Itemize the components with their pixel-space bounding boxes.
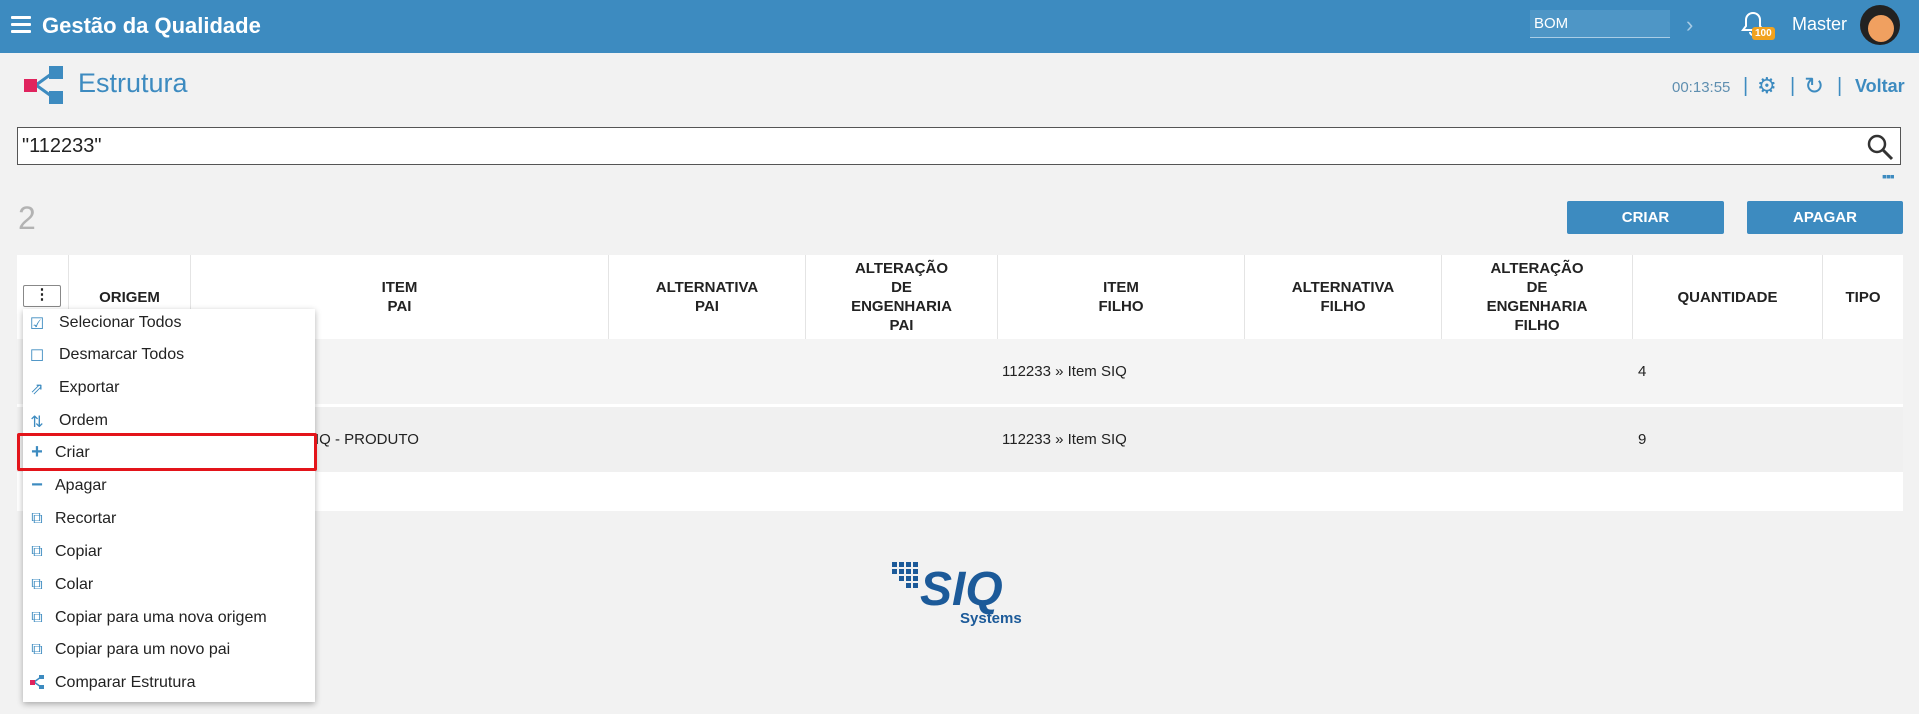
menu-item-deselect-all[interactable]: ☐ Desmarcar Todos (23, 341, 315, 371)
copy-icon: ⧉ (31, 576, 43, 593)
column-header[interactable]: ALTERAÇÃO DE ENGENHARIA PAI (806, 255, 998, 339)
menu-item-delete[interactable]: − Apagar (23, 472, 315, 502)
user-name[interactable]: Master (1792, 14, 1847, 35)
copy-icon: ⧉ (31, 609, 43, 626)
separator: | (1743, 75, 1749, 97)
structure-icon (22, 65, 66, 105)
item-filho-cell: 112233 » Item SIQ (1002, 431, 1127, 448)
checkbox-checked-icon: ☑ (29, 316, 45, 333)
copy-icon: ⧉ (31, 510, 43, 527)
logo-text: SIQ (920, 563, 1003, 616)
avatar[interactable] (1860, 5, 1900, 45)
search-bar (17, 127, 1901, 165)
top-bar: Gestão da Qualidade BOM › 100 Master (0, 0, 1919, 53)
gear-icon[interactable]: ⚙ (1757, 73, 1777, 99)
copy-icon: ⧉ (31, 641, 43, 658)
kebab-menu-icon[interactable]: ⋮ (23, 285, 61, 307)
separator: | (1837, 75, 1843, 97)
back-link[interactable]: Voltar (1855, 76, 1905, 97)
highlight-box (17, 433, 317, 471)
quantity-cell: 9 (1638, 431, 1647, 448)
search-input[interactable] (18, 128, 1824, 164)
separator: | (1790, 75, 1796, 97)
item-filho-cell: 112233 » Item SIQ (1002, 363, 1127, 380)
module-selector[interactable]: BOM (1530, 10, 1670, 38)
column-header[interactable]: ALTERNATIVA PAI (609, 255, 806, 339)
structure-icon (27, 674, 47, 694)
quantity-cell: 4 (1638, 363, 1647, 380)
result-count: 2 (18, 200, 36, 236)
session-timer: 00:13:55 (1672, 79, 1731, 96)
chevron-right-icon[interactable]: › (1686, 12, 1693, 38)
menu-item-select-all[interactable]: ☑ Selecionar Todos (23, 309, 315, 339)
column-header[interactable]: QUANTIDADE (1633, 255, 1823, 339)
export-icon: ⇗ (30, 381, 44, 398)
search-icon[interactable] (1866, 133, 1894, 166)
menu-item-compare-structure[interactable]: Comparar Estrutura (23, 669, 315, 699)
siq-logo: SIQ Systems (890, 560, 1030, 630)
create-button[interactable]: CRIAR (1567, 201, 1724, 234)
menu-icon[interactable] (11, 16, 31, 36)
column-header[interactable]: ALTERAÇÃO DE ENGENHARIA FILHO (1442, 255, 1633, 339)
more-options-icon[interactable]: ▪▪▪ (1882, 168, 1895, 184)
page-title: Estrutura (78, 68, 188, 98)
context-menu: ☑ Selecionar Todos ☐ Desmarcar Todos ⇗ E… (23, 309, 315, 702)
menu-item-copy-new-origin[interactable]: ⧉ Copiar para uma nova origem (23, 604, 315, 634)
minus-icon: − (31, 474, 43, 496)
menu-item-cut[interactable]: ⧉ Recortar (23, 505, 315, 535)
page-header: Estrutura 00:13:55 | ⚙ | ↻ | Voltar (0, 53, 1919, 123)
column-header[interactable]: TIPO (1823, 255, 1903, 339)
app-title: Gestão da Qualidade (42, 13, 261, 38)
checkbox-empty-icon: ☐ (29, 348, 45, 365)
column-header[interactable]: ITEM FILHO (998, 255, 1245, 339)
sort-icon: ⇅ (30, 414, 44, 431)
notification-badge: 100 (1752, 27, 1775, 40)
item-pai-cell: IQ - PRODUTO (315, 431, 419, 448)
history-icon[interactable]: ↻ (1804, 72, 1824, 101)
logo-subtext: Systems (960, 610, 1022, 627)
menu-item-copy-new-parent[interactable]: ⧉ Copiar para um novo pai (23, 636, 315, 666)
column-header[interactable]: ALTERNATIVA FILHO (1245, 255, 1442, 339)
menu-item-copy[interactable]: ⧉ Copiar (23, 538, 315, 568)
menu-item-paste[interactable]: ⧉ Colar (23, 571, 315, 601)
delete-button[interactable]: APAGAR (1747, 201, 1903, 234)
menu-item-export[interactable]: ⇗ Exportar (23, 374, 315, 404)
copy-icon: ⧉ (31, 543, 43, 560)
